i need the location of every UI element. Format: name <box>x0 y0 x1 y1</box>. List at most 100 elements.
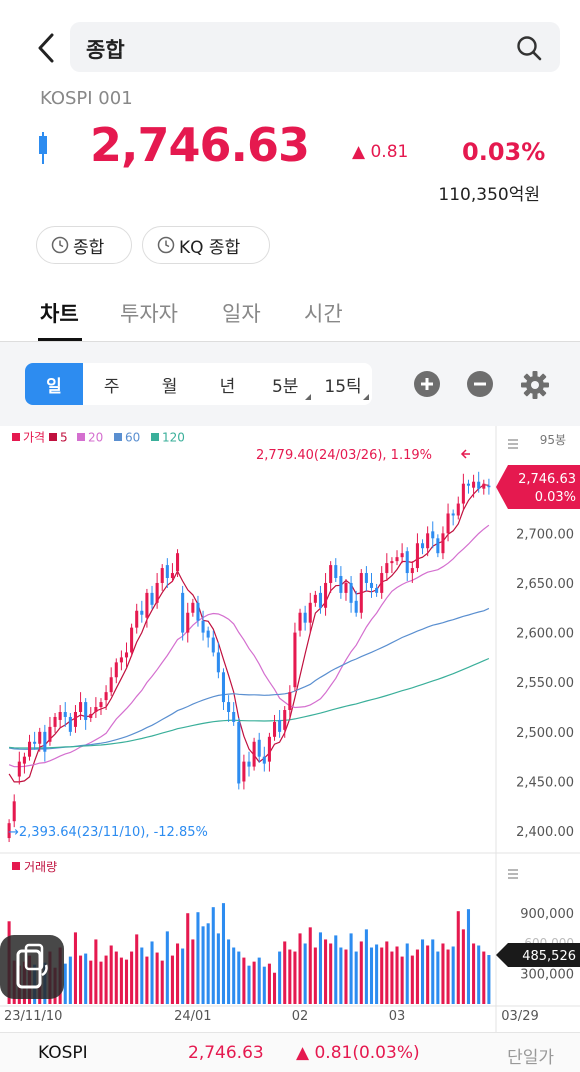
candle-body <box>369 582 374 588</box>
chip-kospi-composite[interactable]: 종합 <box>36 226 132 264</box>
volume-bar <box>487 955 491 1004</box>
candle-body <box>359 573 363 613</box>
chip-label: KQ 종합 <box>179 237 241 258</box>
period-year[interactable]: 년 <box>198 363 256 405</box>
candle-body <box>160 568 164 583</box>
candle-body <box>344 582 348 593</box>
date-tick-label: 23/11/10 <box>4 1009 62 1024</box>
volume-bar <box>431 939 435 1004</box>
volume-bar <box>288 949 292 1004</box>
period-selector: 일 주 월 년 5분 15틱 <box>25 363 372 405</box>
candle-body <box>119 657 123 663</box>
volume-bar <box>359 941 363 1004</box>
candle-body <box>267 736 271 762</box>
candle-body <box>43 731 47 752</box>
tab-chart[interactable]: 차트 <box>40 298 79 328</box>
chevron-left-icon <box>38 33 54 63</box>
volume-bar <box>477 945 481 1004</box>
back-button[interactable] <box>28 28 64 68</box>
summary-change: ▲ 0.81(0.03%) <box>296 1043 420 1063</box>
high-annotation: 2,779.40(24/03/26), 1.19% <box>256 448 432 463</box>
volume-tick-label: 300,000 <box>520 968 574 983</box>
volume-bar <box>375 944 379 1004</box>
candle-body <box>262 756 266 764</box>
period-5min-label: 5분 <box>271 376 299 397</box>
volume-bar <box>216 933 220 1004</box>
period-day[interactable]: 일 <box>25 363 83 405</box>
volume-bar <box>119 957 123 1004</box>
candle-body <box>150 592 154 605</box>
period-5min[interactable]: 5분 <box>256 363 314 405</box>
period-month[interactable]: 월 <box>141 363 199 405</box>
candle-body <box>466 483 471 486</box>
volume-bar <box>227 939 231 1004</box>
date-tick-label: 02 <box>292 1009 309 1024</box>
period-week[interactable]: 주 <box>83 363 141 405</box>
settings-gear-icon[interactable] <box>520 370 550 400</box>
tab-time[interactable]: 시간 <box>304 298 343 328</box>
candle-body <box>22 756 26 764</box>
chip-kosdaq-composite[interactable]: KQ 종합 <box>142 226 270 264</box>
candle-body <box>283 710 287 730</box>
candle-body <box>63 712 67 717</box>
price-chart[interactable]: 2,700.00 2,650.00 2,600.00 2,550.00 2,500.00… <box>0 426 580 1032</box>
legend-label: 120 <box>162 431 185 445</box>
volume-bar <box>186 913 190 1004</box>
volume-bar <box>385 941 389 1004</box>
screen-rotate-button[interactable] <box>0 935 64 999</box>
volume-bar <box>170 955 174 1004</box>
volume-bar <box>441 943 445 1004</box>
search-icon[interactable] <box>516 35 542 61</box>
candle-body <box>298 612 302 631</box>
price-tick-label: 2,600.00 <box>516 627 574 642</box>
volume-bar <box>415 949 419 1004</box>
candle-body <box>395 557 399 562</box>
clock-icon <box>51 236 69 254</box>
zoom-in-icon[interactable] <box>413 370 441 398</box>
volume-bar <box>267 963 271 1004</box>
search-input[interactable]: 종합 <box>70 22 560 72</box>
volume-bar <box>446 949 450 1004</box>
volume-bar <box>461 929 465 1004</box>
candle-body <box>354 600 358 613</box>
unit-price-toggle[interactable]: 단일가 <box>507 1043 554 1068</box>
volume-bar <box>135 934 139 1004</box>
volume-bar <box>140 947 144 1004</box>
candle-body <box>27 741 32 757</box>
zoom-out-icon[interactable] <box>466 370 494 398</box>
volume-bar <box>165 931 169 1004</box>
candle-body <box>99 702 103 708</box>
period-15tick[interactable]: 15틱 <box>314 363 372 405</box>
volume-bar <box>405 943 409 1004</box>
volume-bar <box>410 955 414 1004</box>
volume-bar <box>456 911 460 1004</box>
tab-daily[interactable]: 일자 <box>222 298 261 328</box>
volume-bar <box>482 951 486 1004</box>
candle-body <box>191 602 195 613</box>
candle-body <box>165 565 169 578</box>
volume-bar <box>293 951 297 1004</box>
tab-investor[interactable]: 투자자 <box>120 298 178 328</box>
candle-body <box>73 712 77 727</box>
candle-body <box>130 627 134 653</box>
candle-body <box>124 652 129 658</box>
dropdown-corner-icon <box>362 394 369 400</box>
current-price-tag-label: 2,746.63 <box>518 472 576 487</box>
volume-bar <box>109 945 113 1004</box>
volume-bar <box>155 952 159 1004</box>
legend-label: 20 <box>88 431 103 445</box>
candle-body <box>431 531 435 539</box>
volume-bar <box>318 932 322 1004</box>
candle-body <box>415 543 419 569</box>
candle-body <box>293 632 297 688</box>
volume-bar <box>99 961 103 1004</box>
price-tick-label: 2,450.00 <box>516 775 574 790</box>
candle-body <box>206 630 210 638</box>
index-code: KOSPI 001 <box>40 88 133 109</box>
candle-body <box>211 637 215 653</box>
volume-bar <box>364 929 368 1004</box>
candle-body <box>196 602 200 621</box>
candle-body <box>135 610 139 628</box>
volume-bar <box>257 957 261 1004</box>
candle-body <box>89 713 93 718</box>
